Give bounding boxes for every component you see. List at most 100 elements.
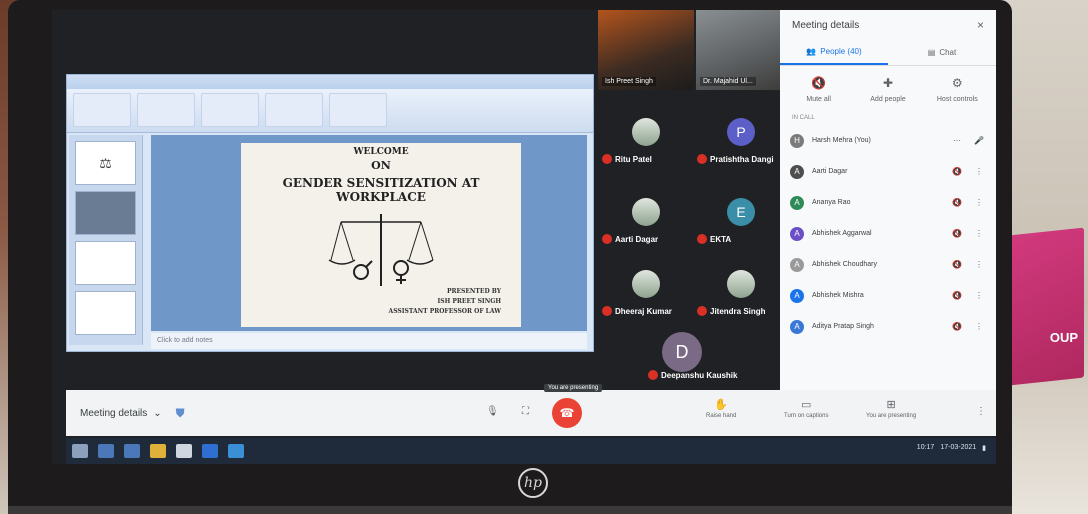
word-icon[interactable] bbox=[202, 444, 218, 458]
people-row[interactable]: A Abhishek Choudhary 🔇 ⋮ bbox=[780, 249, 996, 280]
participant-tile[interactable]: E EKTA bbox=[693, 190, 788, 260]
phone-icon: ☎ bbox=[559, 406, 575, 420]
participant-name: Deepanshu Kaushik bbox=[661, 370, 738, 380]
avatar: A bbox=[790, 164, 804, 179]
person-name: Abhishek Aggarwal bbox=[812, 230, 872, 237]
chevron-down-icon: ⌄ bbox=[153, 407, 162, 419]
panel-title: Meeting details bbox=[792, 19, 860, 31]
slide-thumbnail[interactable]: ⚖ bbox=[75, 141, 136, 185]
raise-hand-button[interactable]: ✋ Raise hand bbox=[706, 398, 736, 419]
slide-thumbnail[interactable] bbox=[75, 241, 136, 285]
mic-off-icon bbox=[602, 234, 612, 244]
meeting-details-panel: Meeting details × 👥 People (40) ▤ Chat 🔇 Mu… bbox=[780, 10, 996, 390]
avatar: E bbox=[727, 198, 755, 226]
mic-icon[interactable]: 🎙 bbox=[486, 406, 499, 417]
avatar: P bbox=[727, 118, 755, 146]
more-vert-icon[interactable]: ⋮ bbox=[972, 291, 986, 300]
store-icon[interactable] bbox=[176, 444, 192, 458]
ribbon-group[interactable] bbox=[137, 93, 195, 127]
mic-off-icon[interactable]: 🔇 bbox=[950, 198, 964, 207]
meeting-details-button[interactable]: Meeting details ⌄ bbox=[80, 408, 162, 419]
mic-off-icon[interactable]: 🔇 bbox=[950, 291, 964, 300]
add-people-button[interactable]: ✚ Add people bbox=[858, 76, 918, 103]
leave-call-button[interactable]: ☎ bbox=[552, 398, 582, 428]
slide-canvas: WELCOME ON GENDER SENSITIZATION AT WORKP… bbox=[151, 135, 587, 331]
participant-tile[interactable]: Dheeraj Kumar bbox=[598, 262, 693, 332]
participant-tile[interactable]: Jitendra Singh bbox=[693, 262, 788, 332]
chat-icon: ▤ bbox=[927, 48, 936, 57]
chrome-icon[interactable] bbox=[228, 444, 244, 458]
ribbon-group[interactable] bbox=[329, 93, 387, 127]
more-vert-icon[interactable]: ⋮ bbox=[972, 167, 986, 176]
shield-icon[interactable]: ⛊ bbox=[176, 406, 185, 421]
slide-thumbnail[interactable] bbox=[75, 291, 136, 335]
person-name: Harsh Mehra (You) bbox=[812, 137, 871, 144]
person-name: Aditya Pratap Singh bbox=[812, 323, 874, 330]
more-icon[interactable]: ⋯ bbox=[950, 136, 964, 145]
ribbon-group[interactable] bbox=[201, 93, 259, 127]
mic-off-icon bbox=[648, 370, 658, 380]
more-vert-icon[interactable]: ⋮ bbox=[972, 229, 986, 238]
close-icon[interactable]: × bbox=[977, 18, 984, 32]
people-row[interactable]: A Abhishek Aggarwal 🔇 ⋮ bbox=[780, 218, 996, 249]
people-row[interactable]: A Abhishek Mishra 🔇 ⋮ bbox=[780, 280, 996, 311]
participant-tile[interactable]: Ritu Patel bbox=[598, 110, 693, 180]
participant-name: EKTA bbox=[710, 234, 732, 244]
video-tile-name: Ish Preet Singh bbox=[602, 77, 656, 86]
participant-grid: Ish Preet Singh Dr. Majahid Ul... Ritu P… bbox=[598, 10, 788, 380]
mic-off-icon bbox=[602, 306, 612, 316]
person-name: Aarti Dagar bbox=[812, 168, 848, 175]
clock-time[interactable]: 10:17 bbox=[917, 444, 935, 452]
participant-tile[interactable]: Aarti Dagar bbox=[598, 190, 693, 260]
camera-off-icon[interactable]: ⛶ bbox=[522, 406, 529, 417]
bar-item-label: Turn on captions bbox=[784, 413, 829, 419]
video-tile[interactable]: Dr. Majahid Ul... bbox=[696, 10, 788, 90]
avatar bbox=[632, 270, 660, 298]
notification-icon[interactable]: ▮ bbox=[982, 444, 986, 452]
more-vert-icon[interactable]: ⋮ bbox=[972, 322, 986, 331]
more-vert-icon[interactable]: ⋮ bbox=[972, 260, 986, 269]
presenter-name: ISH PREET SINGH bbox=[437, 298, 501, 305]
bar-item-label: Raise hand bbox=[706, 413, 737, 419]
action-label: Host controls bbox=[936, 96, 978, 103]
participant-tile[interactable]: P Pratishtha Dangi bbox=[693, 110, 788, 180]
start-icon[interactable] bbox=[72, 444, 88, 458]
tab-people[interactable]: 👥 People (40) bbox=[780, 40, 888, 65]
mic-off-icon[interactable]: 🔇 bbox=[950, 167, 964, 176]
captions-button[interactable]: ▭ Turn on captions bbox=[784, 398, 828, 419]
explorer-icon[interactable] bbox=[124, 444, 140, 458]
people-row[interactable]: A Ananya Rao 🔇 ⋮ bbox=[780, 187, 996, 218]
notes-pane[interactable]: Click to add notes bbox=[151, 333, 587, 349]
photo-scene: OUP ⚖ WELCOME ON GENDER SENSITIZATION AT… bbox=[0, 0, 1088, 514]
clock-date[interactable]: 17-03-2021 bbox=[940, 444, 976, 452]
avatar bbox=[727, 270, 755, 298]
mic-off-icon[interactable]: 🔇 bbox=[950, 229, 964, 238]
mic-off-icon bbox=[697, 234, 707, 244]
mic-off-icon[interactable]: 🔇 bbox=[950, 322, 964, 331]
more-vert-icon[interactable]: ⋮ bbox=[972, 198, 986, 207]
mute-all-button[interactable]: 🔇 Mute all bbox=[789, 76, 849, 103]
mute-icon: 🔇 bbox=[811, 76, 827, 90]
avatar: A bbox=[790, 319, 804, 334]
people-row[interactable]: A Aditya Pratap Singh 🔇 ⋮ bbox=[780, 311, 996, 342]
tab-label: People (40) bbox=[820, 47, 862, 56]
avatar[interactable]: D bbox=[662, 332, 702, 372]
video-tile[interactable]: Ish Preet Singh bbox=[598, 10, 694, 90]
folder-icon[interactable] bbox=[150, 444, 166, 458]
mic-icon[interactable]: 🎤 bbox=[972, 136, 986, 145]
participant-label: Dheeraj Kumar bbox=[602, 306, 672, 316]
presenting-button[interactable]: ⊞ You are presenting bbox=[866, 398, 916, 419]
presented-by: PRESENTED BY bbox=[446, 288, 501, 295]
avatar: A bbox=[790, 257, 804, 272]
participant-name: Jitendra Singh bbox=[710, 306, 766, 316]
people-row[interactable]: H Harsh Mehra (You) ⋯ 🎤 bbox=[780, 125, 996, 156]
ribbon-group[interactable] bbox=[73, 93, 131, 127]
host-controls-button[interactable]: ⚙ Host controls bbox=[927, 76, 987, 103]
more-vert-icon[interactable]: ⋮ bbox=[976, 406, 986, 417]
tab-chat[interactable]: ▤ Chat bbox=[888, 40, 996, 65]
mic-off-icon[interactable]: 🔇 bbox=[950, 260, 964, 269]
browser-icon[interactable] bbox=[98, 444, 114, 458]
ribbon-group[interactable] bbox=[265, 93, 323, 127]
people-row[interactable]: A Aarti Dagar 🔇 ⋮ bbox=[780, 156, 996, 187]
slide-thumbnail[interactable] bbox=[75, 191, 136, 235]
